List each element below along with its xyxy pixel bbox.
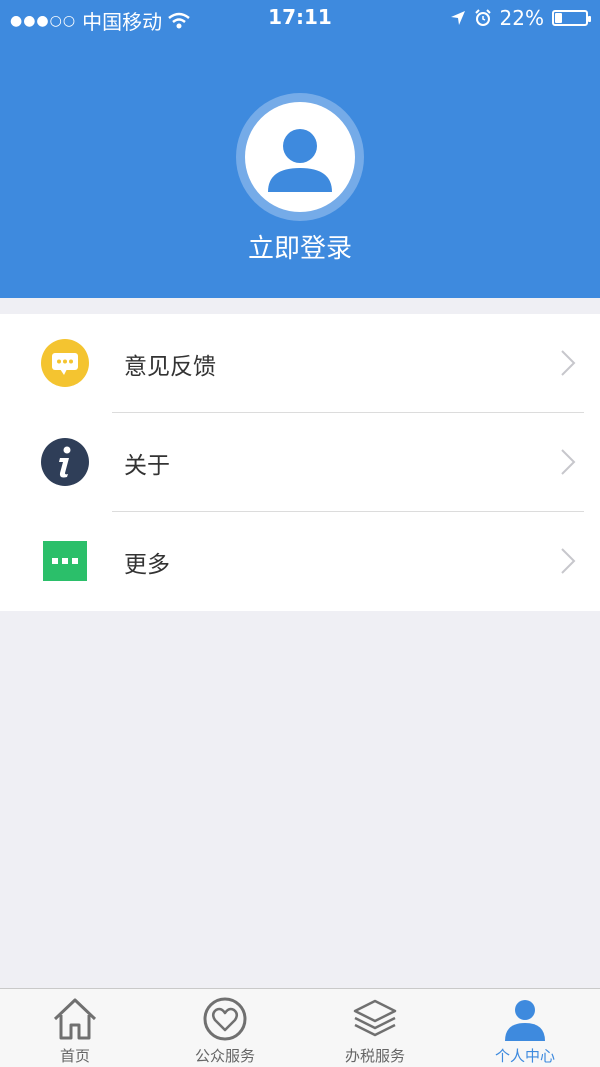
avatar[interactable] [236, 93, 364, 221]
heart-service-icon [203, 997, 247, 1041]
menu-item-label: 更多 [124, 552, 170, 578]
tab-label: 首页 [59, 1047, 90, 1065]
home-icon [53, 998, 97, 1040]
chevron-right-icon [561, 449, 576, 475]
layers-icon [353, 999, 397, 1037]
more-dots-icon [43, 541, 87, 581]
info-icon [41, 438, 89, 486]
battery-icon [552, 10, 591, 26]
user-avatar-icon [268, 129, 332, 192]
feedback-bubble-icon [41, 339, 89, 387]
status-bar: ●●●○○ 中国移动 17:11 22% [0, 0, 600, 36]
tab-public-service[interactable]: 公众服务 [150, 989, 300, 1067]
tab-bar: 首页 公众服务 办税服务 个人中心 [0, 988, 600, 1067]
login-link[interactable]: 立即登录 [0, 228, 600, 265]
battery-level [555, 13, 562, 23]
menu-item-label: 关于 [124, 453, 170, 479]
profile-header: 立即登录 [0, 0, 600, 298]
tab-personal-center[interactable]: 个人中心 [450, 989, 600, 1067]
menu-item-more[interactable]: 更多 [0, 512, 600, 610]
location-arrow-icon [450, 11, 465, 25]
settings-menu: 意见反馈 关于 更多 [0, 314, 600, 611]
person-icon [505, 1000, 545, 1041]
alarm-clock-icon [474, 9, 491, 26]
chevron-right-icon [561, 548, 576, 574]
avatar-circle[interactable] [245, 102, 355, 212]
menu-item-feedback[interactable]: 意见反馈 [0, 314, 600, 412]
chevron-right-icon [561, 350, 576, 376]
tab-label: 个人中心 [494, 1047, 555, 1065]
menu-item-label: 意见反馈 [124, 354, 216, 380]
battery-percent: 22% [499, 6, 544, 30]
menu-item-about[interactable]: 关于 [0, 413, 600, 511]
tab-label: 公众服务 [194, 1047, 255, 1065]
tab-home[interactable]: 首页 [0, 989, 150, 1067]
tab-label: 办税服务 [344, 1047, 405, 1065]
tab-tax-service[interactable]: 办税服务 [300, 989, 450, 1067]
